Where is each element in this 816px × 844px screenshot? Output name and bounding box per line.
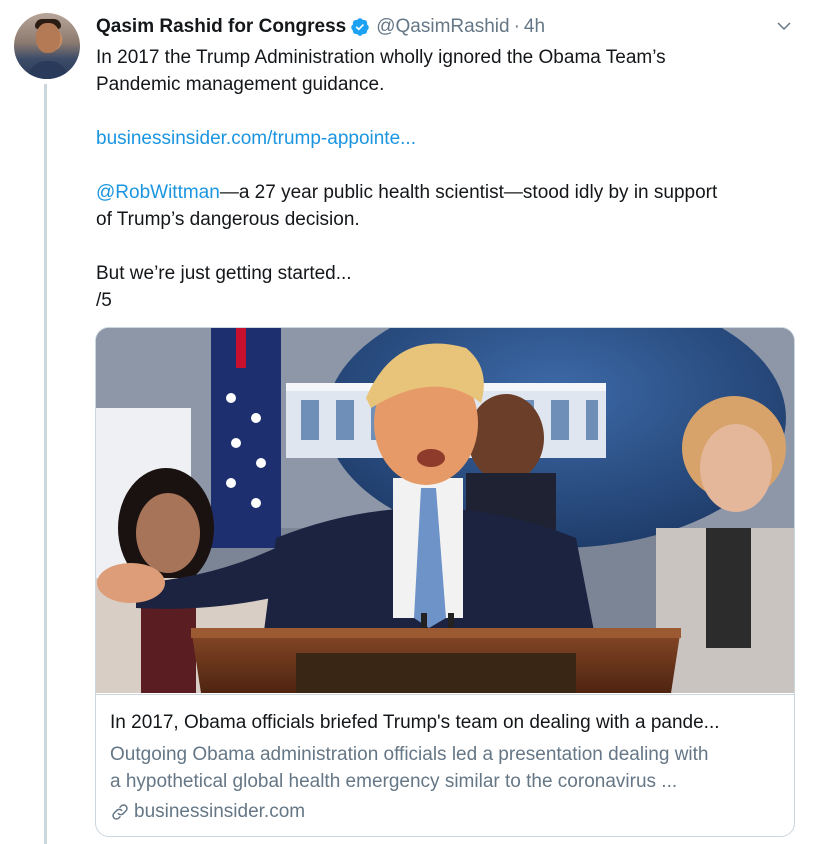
- card-domain-text: businessinsider.com: [134, 801, 306, 822]
- tweet-line: /5: [96, 290, 112, 311]
- mention-link[interactable]: @RobWittman: [96, 182, 220, 203]
- author-name[interactable]: Qasim Rashid for Congress: [96, 16, 346, 38]
- card-title: In 2017, Obama officials briefed Trump's…: [110, 712, 720, 733]
- chevron-down-icon[interactable]: [772, 14, 796, 38]
- card-domain: businessinsider.com: [110, 801, 305, 823]
- separator-dot: ·: [513, 16, 520, 37]
- card-description-line: a hypothetical global health emergency s…: [110, 771, 678, 792]
- card-text[interactable]: In 2017, Obama officials briefed Trump's…: [96, 694, 794, 836]
- verified-badge-icon: [350, 17, 370, 37]
- tweet-line: —a 27 year public health scientist—stood…: [219, 182, 718, 203]
- author-handle[interactable]: @QasimRashid: [376, 16, 509, 38]
- avatar[interactable]: [14, 13, 80, 79]
- article-link[interactable]: businessinsider.com/trump-appointe...: [96, 128, 416, 149]
- tweet-line: In 2017 the Trump Administration wholly …: [96, 47, 666, 68]
- tweet-line: But we’re just getting started...: [96, 263, 352, 284]
- tweet-header: Qasim Rashid for Congress @QasimRashid ·…: [96, 14, 545, 40]
- card-description-line: Outgoing Obama administration officials …: [110, 744, 709, 765]
- card-description: Outgoing Obama administration officials …: [110, 741, 780, 795]
- link-preview-card[interactable]: In 2017, Obama officials briefed Trump's…: [95, 327, 795, 837]
- tweet-line: of Trump’s dangerous decision.: [96, 209, 360, 230]
- thread-connector-line: [44, 84, 47, 844]
- card-image[interactable]: [96, 328, 794, 693]
- tweet-text: In 2017 the Trump Administration wholly …: [96, 44, 796, 314]
- timestamp[interactable]: 4h: [524, 16, 545, 38]
- tweet-line: Pandemic management guidance.: [96, 74, 385, 95]
- link-icon: [112, 804, 128, 820]
